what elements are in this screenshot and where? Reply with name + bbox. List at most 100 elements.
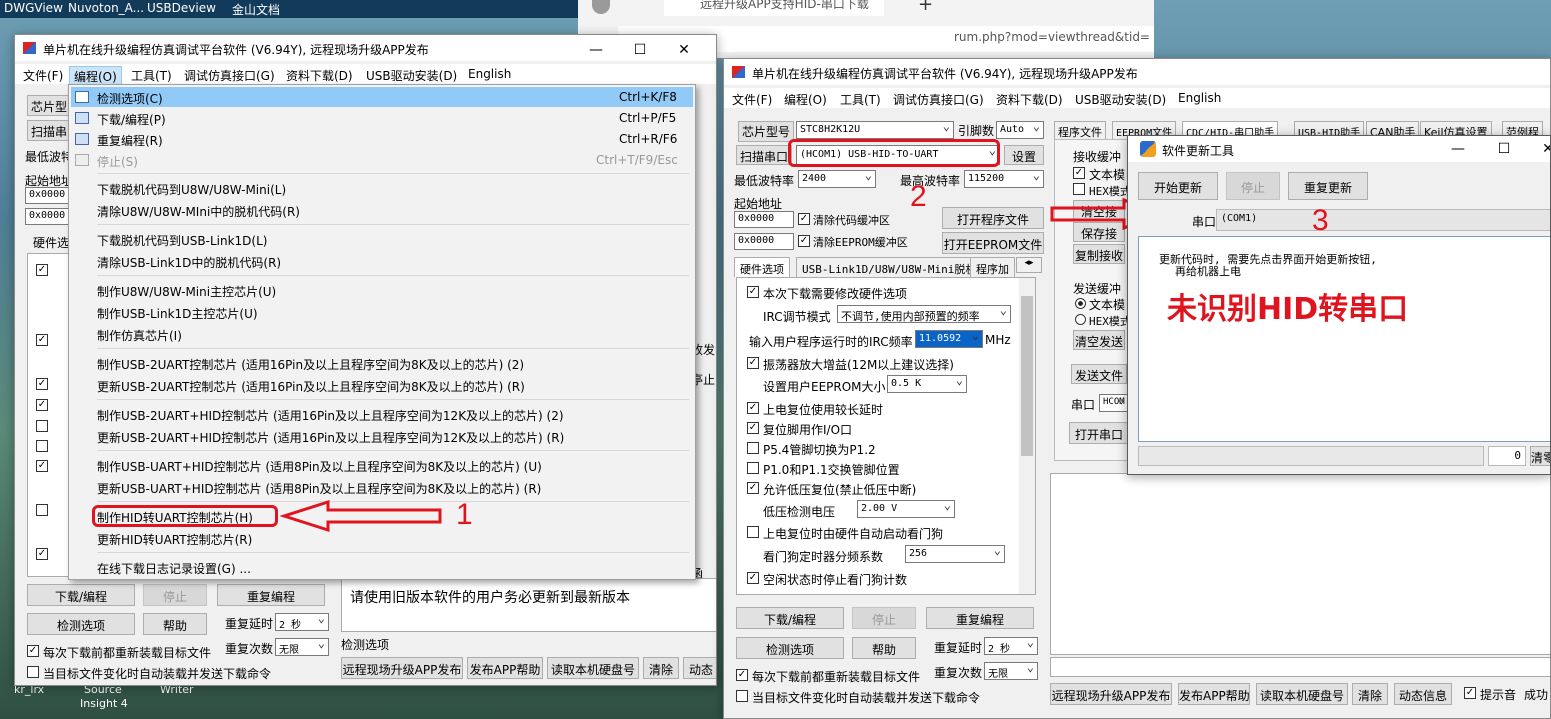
repeat-update-button[interactable]: 重复更新 xyxy=(1288,172,1368,200)
menu-usb-driver[interactable]: USB驱动安装(D) xyxy=(362,66,461,85)
open-program-button[interactable]: 打开程序文件 xyxy=(942,207,1044,229)
tab-program-file[interactable]: 程序文件 xyxy=(1054,121,1106,139)
send-file-button[interactable]: 发送文件 xyxy=(1071,364,1127,384)
repeat-count-select[interactable]: 无限 xyxy=(984,662,1038,680)
lvd-select[interactable]: 2.00 V xyxy=(857,500,955,518)
menu-debug[interactable]: 调试仿真接口(G) xyxy=(180,66,279,85)
start-update-button[interactable]: 开始更新 xyxy=(1138,172,1218,200)
close-icon[interactable]: ✕ xyxy=(664,39,704,61)
menu-item-log-settings[interactable]: 在线下载日志记录设置(G) ... xyxy=(97,560,251,577)
publish-help-button[interactable]: 发布APP帮助 xyxy=(1178,683,1250,705)
taskbar-item[interactable]: DWGView xyxy=(4,1,63,15)
publish-app-button[interactable]: 远程现场升级APP发布 xyxy=(1050,683,1172,705)
com-select[interactable]: HCOM xyxy=(1099,394,1129,412)
menu-item-stop[interactable]: 停止(S) xyxy=(97,153,138,170)
dynamic-info-button[interactable]: 动态 xyxy=(683,657,716,679)
menu-item[interactable]: 制作USB-2UART控制芯片 (适用16Pin及以上且程序空间为8K及以上的芯… xyxy=(97,356,524,373)
scan-port-button[interactable]: 扫描串 xyxy=(27,120,71,141)
copy-recv-button[interactable]: 复制接收 xyxy=(1073,244,1125,264)
menu-file[interactable]: 文件(F) xyxy=(19,66,67,85)
help-button[interactable]: 帮助 xyxy=(143,613,207,635)
start-addr-field[interactable]: 0x0000 xyxy=(734,211,794,228)
menu-item[interactable]: 制作USB-UART+HID控制芯片 (适用8Pin及以上且程序空间为8K及以上… xyxy=(97,458,542,475)
reload-checkbox[interactable]: ✓ xyxy=(736,669,748,681)
port-settings-button[interactable]: 设置 xyxy=(1004,145,1044,165)
menu-download[interactable]: 资料下载(D) xyxy=(282,66,357,85)
checkbox[interactable]: ✓ xyxy=(747,482,759,494)
taskbar-item[interactable]: 金山文档 xyxy=(232,1,280,18)
checkbox[interactable]: ✓ xyxy=(36,548,48,560)
menu-item[interactable]: 制作U8W/U8W-Mini主控芯片(U) xyxy=(97,283,276,300)
menu-item-repeat[interactable]: 重复编程(R) xyxy=(97,132,163,149)
menu-item[interactable]: 制作USB-Link1D主控芯片(U) xyxy=(97,305,258,322)
menu-debug[interactable]: 调试仿真接口(G) xyxy=(889,90,988,109)
stop-button[interactable]: 停止 xyxy=(852,607,916,629)
stop-button[interactable]: 停止 xyxy=(143,584,207,606)
repeat-delay-select[interactable]: 2 秒 xyxy=(984,637,1038,655)
checkbox[interactable] xyxy=(36,420,48,432)
menu-file[interactable]: 文件(F) xyxy=(728,90,776,109)
menu-english[interactable]: English xyxy=(1174,90,1225,106)
chip-type-select[interactable]: STC8H2K12U xyxy=(796,121,954,139)
publish-app-button[interactable]: 远程现场升级APP发布 xyxy=(341,657,463,679)
menu-usb-driver[interactable]: USB驱动安装(D) xyxy=(1071,90,1170,109)
clear-count-button[interactable]: 清零 xyxy=(1530,446,1550,466)
menu-tools[interactable]: 工具(T) xyxy=(836,90,885,109)
checkbox[interactable]: ✓ xyxy=(747,286,759,298)
checkbox[interactable] xyxy=(36,440,48,452)
tab-program-add[interactable]: 程序加 xyxy=(970,257,1015,277)
eeprom-addr-field[interactable]: 0x0000 xyxy=(734,233,794,250)
reload-checkbox[interactable]: ✓ xyxy=(27,645,39,657)
tab-scroll-icon[interactable]: ◂▸ xyxy=(1016,257,1042,273)
tab-hw-options[interactable]: 硬件选项 xyxy=(734,257,790,277)
read-disk-button[interactable]: 读取本机硬盘号 xyxy=(547,657,639,679)
min-baud-select[interactable]: 2400 xyxy=(798,170,876,188)
start-addr-field[interactable]: 0x0000 xyxy=(25,187,69,204)
taskbar-item[interactable]: Nuvoton_A... xyxy=(68,1,144,15)
maximize-icon[interactable]: ☐ xyxy=(620,39,660,61)
help-button[interactable]: 帮助 xyxy=(852,637,916,659)
send-hex-radio[interactable] xyxy=(1075,314,1086,325)
menu-item[interactable]: 更新USB-UART+HID控制芯片 (适用8Pin及以上且程序空间为8K及以上… xyxy=(97,480,541,497)
dynamic-info-button[interactable]: 动态信息 xyxy=(1394,683,1452,705)
stop-update-button[interactable]: 停止 xyxy=(1226,172,1280,200)
eeprom-size-select[interactable]: 0.5 K xyxy=(887,375,967,393)
maximize-icon[interactable]: ☐ xyxy=(1484,138,1524,160)
checkbox[interactable]: ✓ xyxy=(36,399,48,411)
checkbox[interactable]: ✓ xyxy=(36,334,48,346)
minimize-icon[interactable]: — xyxy=(576,39,616,61)
recv-text-checkbox[interactable]: ✓ xyxy=(1073,167,1085,179)
menu-download[interactable]: 资料下载(D) xyxy=(992,90,1067,109)
scrollbar[interactable] xyxy=(1019,278,1035,594)
repeat-delay-select[interactable]: 2 秒 xyxy=(275,613,329,631)
scan-port-button[interactable]: 扫描串口 xyxy=(736,145,792,165)
clear-code-checkbox[interactable]: ✓ xyxy=(798,213,810,225)
clear-send-button[interactable]: 清空发送 xyxy=(1073,330,1125,350)
menu-item-update-hid-uart[interactable]: 更新HID转UART控制芯片(R) xyxy=(97,531,252,548)
check-options-button[interactable]: 检测选项 xyxy=(27,613,135,635)
menu-program[interactable]: 编程(O) xyxy=(780,90,831,109)
menu-item[interactable]: 制作仿真芯片(I) xyxy=(97,327,182,344)
recv-hex-checkbox[interactable] xyxy=(1073,183,1085,195)
avatar[interactable] xyxy=(592,0,610,14)
menu-english[interactable]: English xyxy=(464,66,515,82)
close-icon[interactable]: ✕ xyxy=(1528,138,1550,160)
checkbox[interactable] xyxy=(747,442,759,454)
download-button[interactable]: 下载/编程 xyxy=(27,584,135,606)
checkbox[interactable]: ✓ xyxy=(36,378,48,390)
auto-load-checkbox[interactable] xyxy=(736,690,748,702)
publish-help-button[interactable]: 发布APP帮助 xyxy=(467,657,543,679)
hw-options-tab[interactable]: 硬件选 xyxy=(33,234,69,251)
checkbox[interactable]: ✓ xyxy=(747,402,759,414)
download-button[interactable]: 下载/编程 xyxy=(736,607,844,629)
beep-checkbox[interactable]: ✓ xyxy=(1464,687,1476,699)
auto-load-checkbox[interactable] xyxy=(27,666,39,678)
read-disk-button[interactable]: 读取本机硬盘号 xyxy=(1256,683,1348,705)
taskbar-item[interactable]: USBDeview xyxy=(147,1,216,15)
repeat-program-button[interactable]: 重复编程 xyxy=(926,607,1034,629)
menu-item[interactable]: 制作USB-2UART+HID控制芯片 (适用16Pin及以上且程序空间为12K… xyxy=(97,407,564,424)
irc-freq-select[interactable]: 11.0592 xyxy=(915,330,983,348)
checkbox[interactable] xyxy=(747,526,759,538)
checkbox[interactable]: ✓ xyxy=(36,460,48,472)
irc-mode-select[interactable]: 不调节,使用内部预置的频率 xyxy=(837,305,1011,323)
